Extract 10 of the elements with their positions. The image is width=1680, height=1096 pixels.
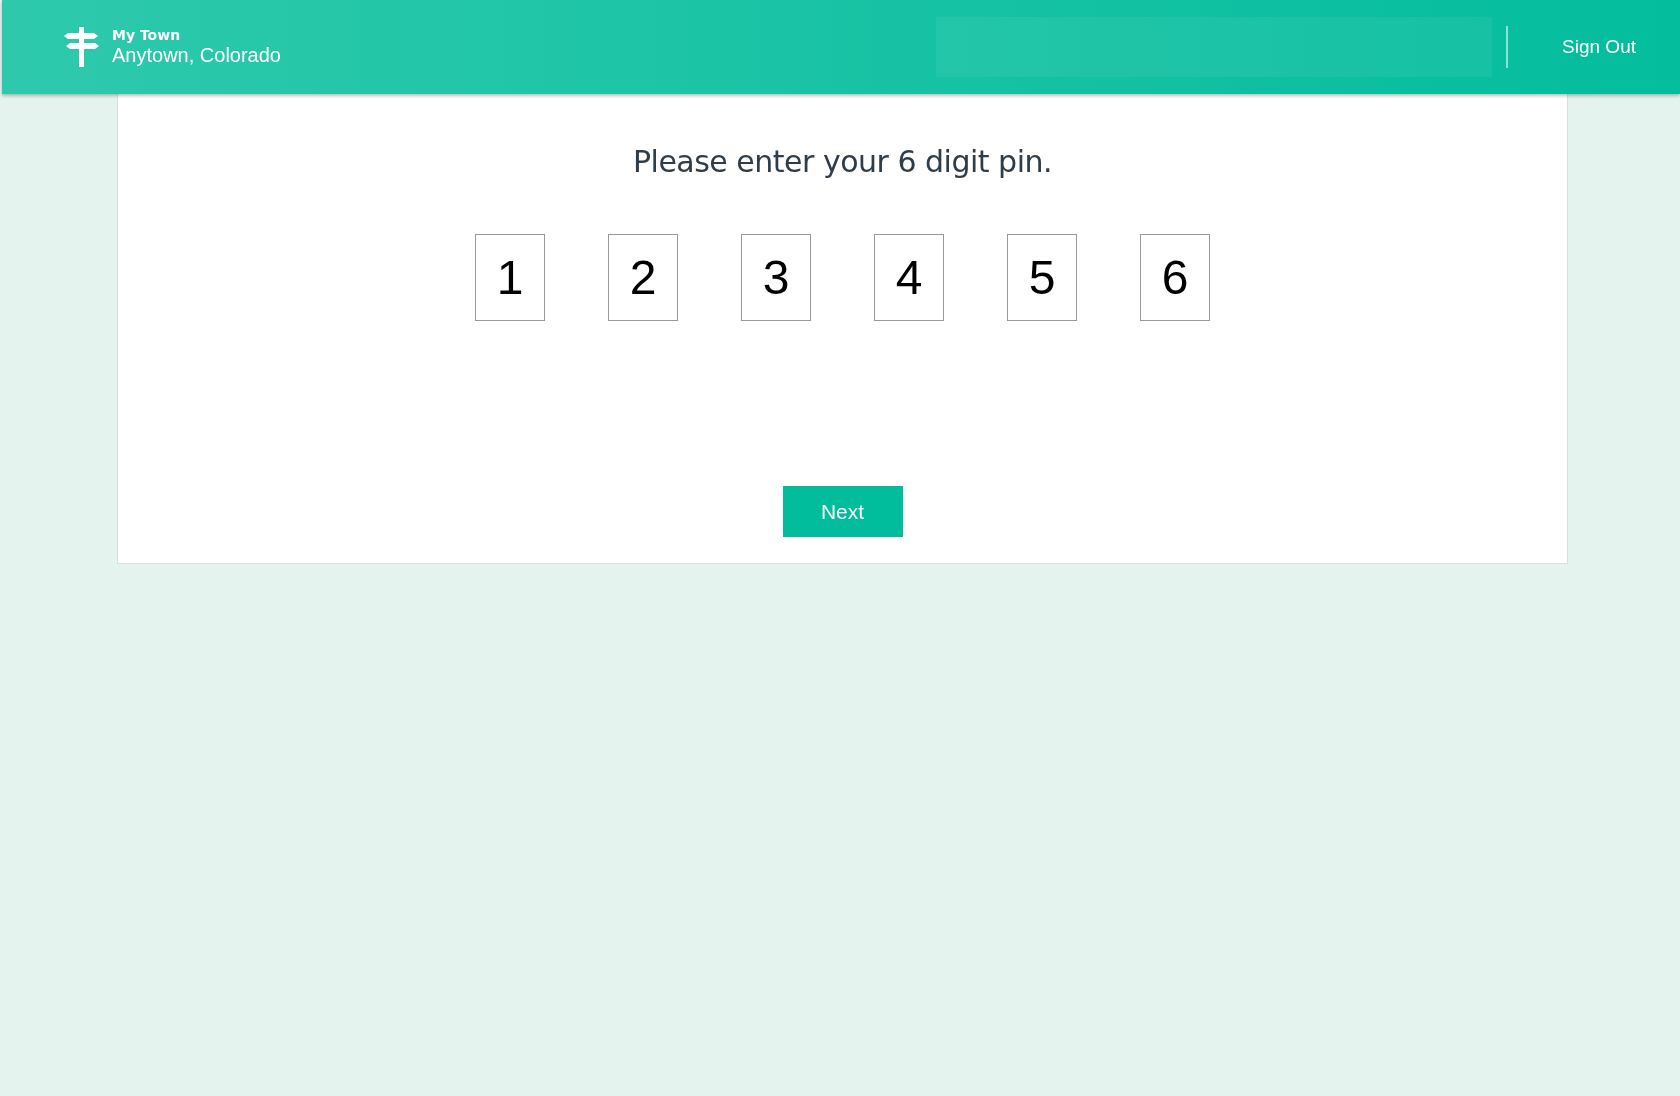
pin-prompt: Please enter your 6 digit pin.	[632, 144, 1053, 179]
location-name: Anytown, Colorado	[112, 43, 281, 67]
signpost-icon	[64, 27, 100, 67]
app-name: My Town	[112, 27, 182, 43]
pin-digit-field[interactable]: 5	[1007, 234, 1077, 321]
pin-digit-field[interactable]: 2	[608, 234, 678, 321]
pin-digit-field[interactable]: 6	[1140, 234, 1210, 321]
pin-digit-field[interactable]: 4	[874, 234, 944, 321]
pin-digit-field[interactable]: 3	[741, 234, 811, 321]
pin-digit-field[interactable]: 1	[475, 234, 545, 321]
